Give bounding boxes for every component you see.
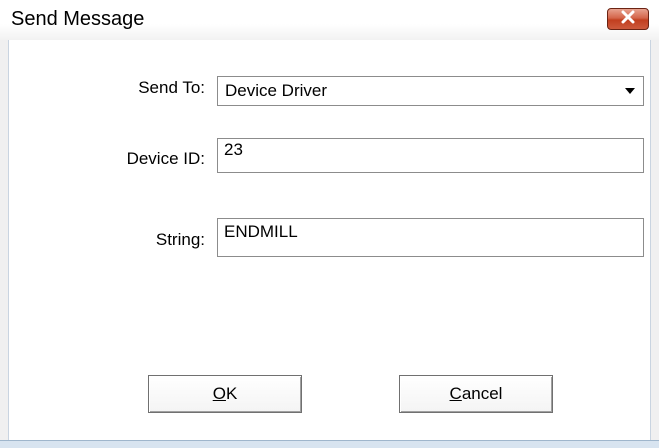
cancel-button[interactable]: Cancel — [399, 375, 553, 413]
string-field[interactable]: ENDMILL — [217, 218, 644, 257]
chevron-down-icon[interactable] — [620, 80, 640, 102]
ok-button[interactable]: OK — [148, 375, 302, 413]
title-bar[interactable]: Send Message — [0, 0, 659, 40]
send-to-select[interactable]: Device Driver — [217, 76, 644, 106]
close-x-icon — [620, 10, 636, 29]
ok-button-mnemonic: O — [212, 384, 226, 403]
string-label: String: — [155, 230, 205, 249]
dialog-client-area: Send To: Device Driver Device ID: 23 Str… — [8, 40, 651, 442]
device-id-label: Device ID: — [126, 149, 205, 168]
close-button[interactable] — [607, 8, 649, 30]
cancel-button-mnemonic: C — [449, 384, 462, 403]
window-title: Send Message — [11, 8, 145, 30]
device-id-field[interactable]: 23 — [217, 138, 644, 173]
window-frame-bottom — [0, 440, 659, 448]
cancel-button-label-rest: ancel — [461, 384, 503, 403]
ok-button-label-rest: K — [225, 384, 238, 403]
send-to-value: Device Driver — [225, 81, 328, 100]
send-to-label: Send To: — [138, 78, 205, 97]
send-message-dialog: Send Message Send To: Device Driver Devi… — [0, 0, 659, 448]
